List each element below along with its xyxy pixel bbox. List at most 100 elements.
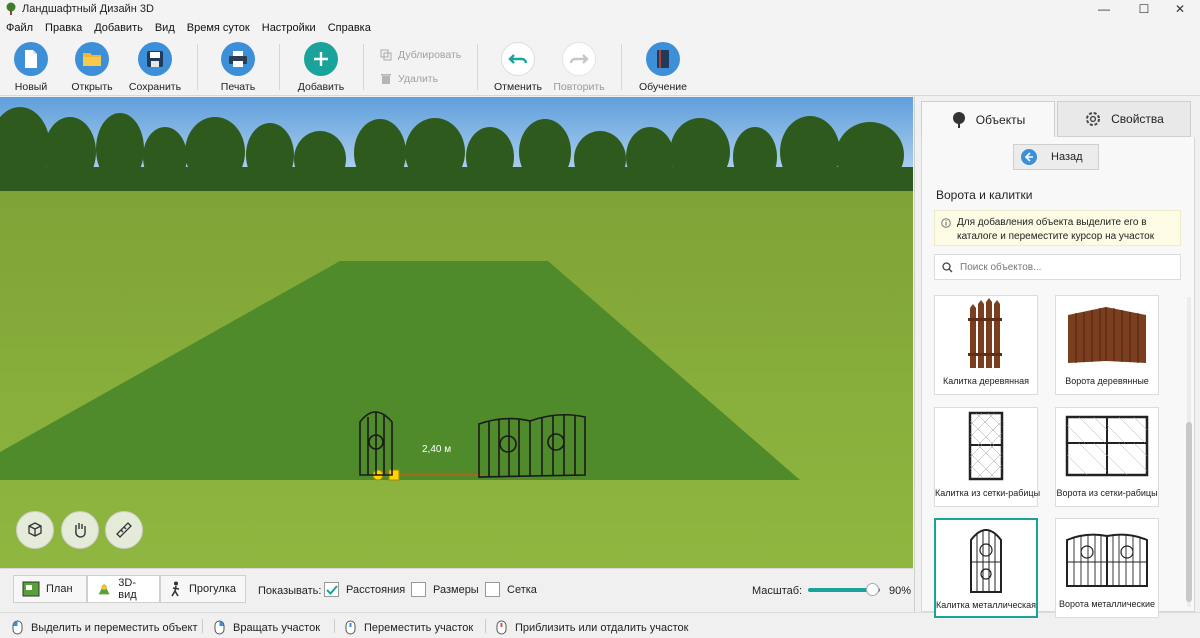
pan-view-button[interactable] <box>61 511 99 549</box>
info-icon <box>941 218 951 228</box>
hint-select-move: Выделить и переместить объект <box>12 620 198 635</box>
menu-file[interactable]: Файл <box>6 22 33 34</box>
undo-button[interactable]: Отменить <box>486 42 550 93</box>
tab-walk[interactable]: Прогулка <box>160 575 246 603</box>
menu-bar: Файл Правка Добавить Вид Время суток Нас… <box>0 18 1200 38</box>
status-separator <box>202 619 203 633</box>
learn-button[interactable]: Обучение <box>631 42 695 93</box>
delete-button[interactable]: Удалить <box>380 73 438 85</box>
catalog-scrollbar[interactable] <box>1185 297 1193 607</box>
scene-canvas[interactable] <box>0 97 913 568</box>
rotate-view-button[interactable] <box>16 511 54 549</box>
hand-icon <box>75 523 86 538</box>
catalog-item-label: Ворота металлические <box>1059 599 1155 609</box>
view-mode-bar: План 3D-вид Прогулка Показывать: Расстоя… <box>0 568 913 612</box>
tab-3d-view-label: 3D-вид <box>118 577 137 601</box>
checkbox-distances[interactable]: Расстояния <box>324 582 405 597</box>
mouse-left-icon <box>12 620 23 635</box>
scale-slider[interactable] <box>808 583 880 596</box>
wooden-gates-thumbnail <box>1056 296 1158 372</box>
add-button[interactable]: Добавить <box>289 42 353 93</box>
menu-time-of-day[interactable]: Время суток <box>187 22 250 34</box>
new-file-icon <box>14 42 48 76</box>
undo-label: Отменить <box>494 81 542 93</box>
redo-icon <box>562 42 596 76</box>
scrollbar-thumb[interactable] <box>1186 422 1192 602</box>
delete-label: Удалить <box>398 73 439 85</box>
catalog-item-label: Ворота из сетки-рабицы <box>1056 488 1158 498</box>
search-box[interactable] <box>934 254 1181 280</box>
show-label: Показывать: <box>258 585 322 597</box>
catalog-item-chainlink-gates[interactable]: Ворота из сетки-рабицы <box>1055 407 1159 507</box>
trash-icon <box>381 74 391 84</box>
arrow-left-icon <box>1021 149 1037 165</box>
save-button[interactable]: Сохранить <box>123 42 187 93</box>
walking-person-icon <box>171 581 180 597</box>
gear-icon <box>1086 112 1101 126</box>
checkbox-grid-box[interactable] <box>485 582 500 597</box>
menu-edit[interactable]: Правка <box>45 22 82 34</box>
hint-move-plot: Переместить участок <box>345 620 473 635</box>
hint-zoom: Приблизить или отдалить участок <box>496 620 688 635</box>
distance-label: 2,40 м <box>422 444 452 455</box>
search-input[interactable] <box>960 261 1170 273</box>
catalog-item-label: Калитка металлическая <box>936 600 1036 610</box>
open-button[interactable]: Открыть <box>60 42 124 93</box>
back-label: Назад <box>1051 151 1083 163</box>
tab-plan-label: План <box>46 583 73 595</box>
mouse-scroll-icon <box>496 620 507 635</box>
close-button[interactable]: ✕ <box>1160 0 1200 18</box>
tab-walk-label: Прогулка <box>189 583 237 595</box>
checkmark-icon <box>325 584 338 595</box>
toolbar-separator <box>197 44 198 90</box>
menu-settings[interactable]: Настройки <box>262 22 316 34</box>
wooden-wicket-thumbnail <box>935 296 1037 372</box>
undo-icon <box>501 42 535 76</box>
ruler-icon <box>116 522 132 538</box>
plus-icon <box>304 42 338 76</box>
status-separator <box>334 619 335 633</box>
checkbox-dimensions-box[interactable] <box>411 582 426 597</box>
maximize-button[interactable]: ☐ <box>1124 0 1164 18</box>
hint-rotate-label: Вращать участок <box>233 621 321 634</box>
catalog-item-metal-wicket[interactable]: Калитка металлическая <box>934 518 1038 618</box>
back-button[interactable]: Назад <box>1013 144 1099 170</box>
mouse-middle-icon <box>345 620 356 635</box>
3d-view-icon <box>98 583 110 595</box>
metal-gates-thumbnail <box>1056 519 1158 595</box>
toolbar-separator <box>279 44 280 90</box>
checkbox-dimensions[interactable]: Размеры <box>411 582 479 597</box>
toolbar-separator <box>363 44 364 90</box>
checkbox-distances-box[interactable] <box>324 582 339 597</box>
chainlink-gates-thumbnail <box>1056 408 1158 484</box>
status-separator <box>485 619 486 633</box>
tab-plan[interactable]: План <box>13 575 87 603</box>
viewport-3d[interactable]: 2,40 м <box>0 97 913 568</box>
new-button[interactable]: Новый <box>0 42 63 93</box>
checkbox-grid[interactable]: Сетка <box>485 582 537 597</box>
add-label: Добавить <box>297 81 345 93</box>
duplicate-button[interactable]: Дублировать <box>380 49 461 61</box>
tab-properties[interactable]: Свойства <box>1057 101 1191 137</box>
mouse-right-icon <box>214 620 225 635</box>
info-hint: Для добавления объекта выделите его в ка… <box>934 210 1181 246</box>
hint-rotate: Вращать участок <box>214 620 320 635</box>
tab-objects[interactable]: Объекты <box>921 101 1055 137</box>
catalog-item-wooden-wicket[interactable]: Калитка деревянная <box>934 295 1038 395</box>
redo-button[interactable]: Повторить <box>547 42 611 93</box>
print-button[interactable]: Печать <box>206 42 270 93</box>
menu-add[interactable]: Добавить <box>94 22 143 34</box>
open-label: Открыть <box>71 81 113 93</box>
hint-move-plot-label: Переместить участок <box>364 621 474 634</box>
menu-help[interactable]: Справка <box>328 22 371 34</box>
measure-button[interactable] <box>105 511 143 549</box>
catalog-item-chainlink-wicket[interactable]: Калитка из сетки-рабицы <box>934 407 1040 507</box>
catalog-item-wooden-gates[interactable]: Ворота деревянные <box>1055 295 1159 395</box>
minimize-button[interactable]: — <box>1084 0 1124 18</box>
scale-slider-thumb[interactable] <box>865 583 879 596</box>
menu-view[interactable]: Вид <box>155 22 175 34</box>
tab-3d-view[interactable]: 3D-вид <box>87 575 160 603</box>
catalog-item-metal-gates[interactable]: Ворота металлические <box>1055 518 1159 618</box>
section-title: Ворота и калитки <box>936 188 1033 202</box>
window-title: Ландшафтный Дизайн 3D <box>22 3 154 15</box>
